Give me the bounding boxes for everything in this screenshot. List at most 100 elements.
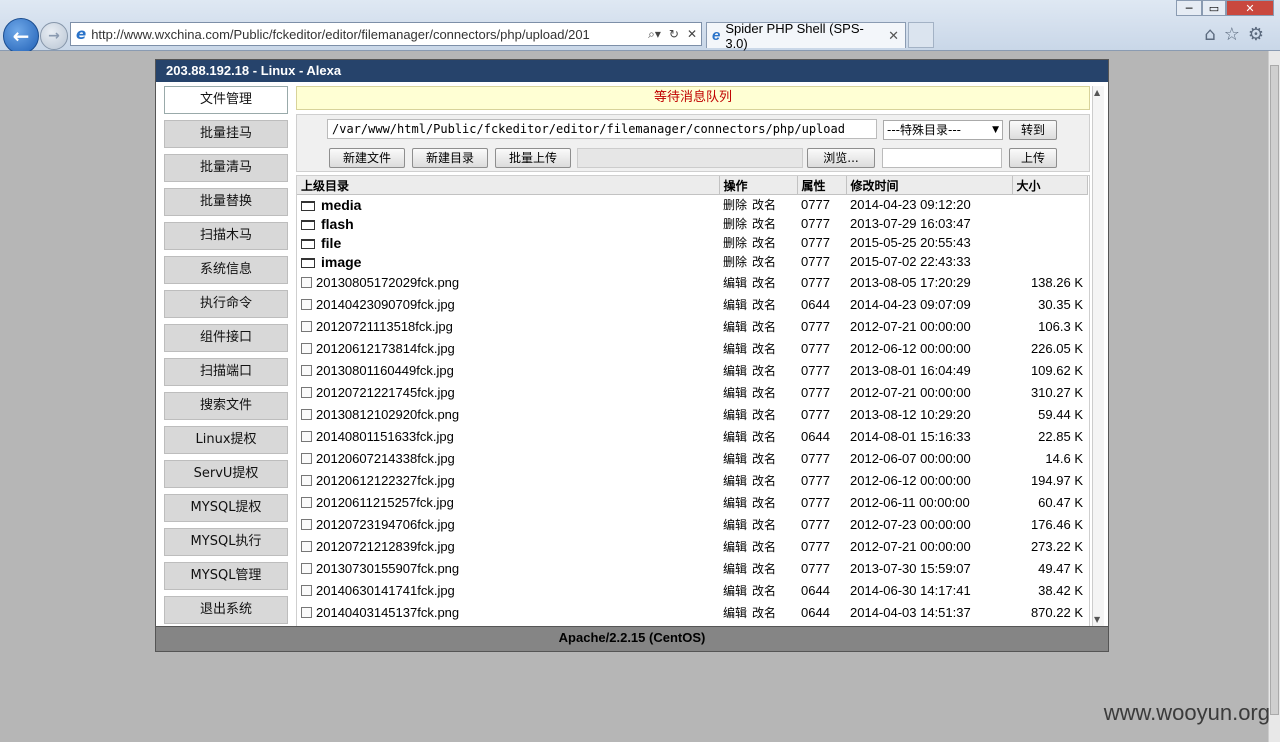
file-link[interactable]: 20130805172029fck.png xyxy=(316,275,459,290)
go-button[interactable]: 转到 xyxy=(1009,120,1057,140)
dir-name-cell[interactable]: media xyxy=(297,195,719,215)
checkbox-icon[interactable] xyxy=(301,276,312,288)
edit-link[interactable]: 编辑 xyxy=(723,342,747,356)
file-link[interactable]: 20120607214338fck.jpg xyxy=(316,451,455,466)
file-link[interactable]: 20140423090709fck.jpg xyxy=(316,297,455,312)
rename-link[interactable]: 改名 xyxy=(752,540,776,554)
file-link[interactable]: 20140403145137fck.png xyxy=(316,605,459,620)
tab-spider-shell[interactable]: e Spider PHP Shell (SPS-3.0) ✕ xyxy=(706,21,906,51)
mtime-cell[interactable]: 2013-07-30 15:59:07 xyxy=(846,557,1012,579)
checkbox-icon[interactable] xyxy=(301,518,312,530)
sidebar-item[interactable]: 系统信息 xyxy=(164,256,288,284)
dir-link[interactable]: flash xyxy=(321,216,354,232)
edit-link[interactable]: 编辑 xyxy=(723,562,747,576)
sidebar-item[interactable]: 退出系统 xyxy=(164,596,288,624)
rename-link[interactable]: 改名 xyxy=(752,255,776,269)
upload-button[interactable]: 上传 xyxy=(1009,148,1057,168)
rename-link[interactable]: 改名 xyxy=(752,276,776,290)
rename-link[interactable]: 改名 xyxy=(752,518,776,532)
address-text[interactable]: http://www.wxchina.com/Public/fckeditor/… xyxy=(91,27,644,42)
file-link[interactable]: 20130801160449fck.jpg xyxy=(316,363,454,378)
perm-cell[interactable]: 0777 xyxy=(797,491,846,513)
refresh-icon[interactable]: ↻ xyxy=(665,27,683,41)
perm-cell[interactable]: 0644 xyxy=(797,579,846,601)
checkbox-icon[interactable] xyxy=(301,430,312,442)
perm-cell[interactable]: 0777 xyxy=(797,315,846,337)
edit-link[interactable]: 编辑 xyxy=(723,408,747,422)
mtime-cell[interactable]: 2014-08-01 15:16:33 xyxy=(846,425,1012,447)
rename-link[interactable]: 改名 xyxy=(752,386,776,400)
dir-name-cell[interactable]: flash xyxy=(297,214,719,233)
delete-link[interactable]: 删除 xyxy=(723,217,747,231)
tab-close-icon[interactable]: ✕ xyxy=(882,28,905,44)
delete-link[interactable]: 删除 xyxy=(723,198,747,212)
perm-cell[interactable]: 0777 xyxy=(797,513,846,535)
delete-link[interactable]: 删除 xyxy=(723,255,747,269)
minimize-button[interactable]: ─ xyxy=(1176,0,1202,16)
scroll-down-icon[interactable]: ▼ xyxy=(1094,615,1100,624)
perm-cell[interactable]: 0777 xyxy=(797,252,846,271)
file-link[interactable]: 20120612122327fck.jpg xyxy=(316,473,455,488)
file-link[interactable]: 20130812102920fck.png xyxy=(316,407,459,422)
delete-link[interactable]: 删除 xyxy=(723,236,747,250)
gear-icon[interactable]: ⚙ xyxy=(1248,24,1272,45)
sidebar-item[interactable]: 批量挂马 xyxy=(164,120,288,148)
edit-link[interactable]: 编辑 xyxy=(723,540,747,554)
sidebar-item[interactable]: MYSQL提权 xyxy=(164,494,288,522)
star-icon[interactable]: ☆ xyxy=(1224,24,1248,45)
mtime-cell[interactable]: 2014-06-30 14:17:41 xyxy=(846,579,1012,601)
edit-link[interactable]: 编辑 xyxy=(723,474,747,488)
file-link[interactable]: 20140801151633fck.jpg xyxy=(316,429,454,444)
checkbox-icon[interactable] xyxy=(301,408,312,420)
mtime-cell[interactable]: 2014-04-23 09:12:20 xyxy=(846,195,1012,215)
perm-cell[interactable]: 0644 xyxy=(797,293,846,315)
mtime-cell[interactable]: 2012-06-11 00:00:00 xyxy=(846,491,1012,513)
dir-name-cell[interactable]: image xyxy=(297,252,719,271)
edit-link[interactable]: 编辑 xyxy=(723,584,747,598)
sidebar-item[interactable]: 批量替换 xyxy=(164,188,288,216)
window-close-button[interactable]: ✕ xyxy=(1226,0,1274,16)
checkbox-icon[interactable] xyxy=(301,452,312,464)
file-link[interactable]: 20120612173814fck.jpg xyxy=(316,341,455,356)
page-scrollbar[interactable] xyxy=(1268,51,1280,742)
edit-link[interactable]: 编辑 xyxy=(723,606,747,620)
file-link[interactable]: 20120611215257fck.jpg xyxy=(316,495,454,510)
mtime-cell[interactable]: 2012-06-12 00:00:00 xyxy=(846,337,1012,359)
edit-link[interactable]: 编辑 xyxy=(723,386,747,400)
checkbox-icon[interactable] xyxy=(301,474,312,486)
perm-cell[interactable]: 0777 xyxy=(797,535,846,557)
mtime-cell[interactable]: 2012-06-12 00:00:00 xyxy=(846,469,1012,491)
file-link[interactable]: 20120721221745fck.jpg xyxy=(316,385,455,400)
edit-link[interactable]: 编辑 xyxy=(723,496,747,510)
home-icon[interactable]: ⌂ xyxy=(1204,24,1223,45)
forward-arrow-icon[interactable]: → xyxy=(40,22,68,50)
checkbox-icon[interactable] xyxy=(301,606,312,618)
dir-link[interactable]: file xyxy=(321,235,341,251)
checkbox-icon[interactable] xyxy=(301,342,312,354)
perm-cell[interactable]: 0644 xyxy=(797,425,846,447)
maximize-button[interactable]: ▭ xyxy=(1202,0,1226,16)
file-link[interactable]: 20120723194706fck.jpg xyxy=(316,517,455,532)
upload-name-input[interactable] xyxy=(882,148,1002,168)
perm-cell[interactable]: 0777 xyxy=(797,359,846,381)
rename-link[interactable]: 改名 xyxy=(752,217,776,231)
listing-scrollbar[interactable]: ▲ ▼ xyxy=(1092,86,1104,626)
rename-link[interactable]: 改名 xyxy=(752,430,776,444)
edit-link[interactable]: 编辑 xyxy=(723,320,747,334)
rename-link[interactable]: 改名 xyxy=(752,606,776,620)
mtime-cell[interactable]: 2012-07-21 00:00:00 xyxy=(846,315,1012,337)
perm-cell[interactable]: 0777 xyxy=(797,233,846,252)
perm-cell[interactable]: 0777 xyxy=(797,337,846,359)
mtime-cell[interactable]: 2013-08-05 17:20:29 xyxy=(846,271,1012,293)
dir-name-cell[interactable]: file xyxy=(297,233,719,252)
perm-cell[interactable]: 0777 xyxy=(797,381,846,403)
rename-link[interactable]: 改名 xyxy=(752,408,776,422)
file-link[interactable]: 20140630141741fck.jpg xyxy=(316,583,455,598)
mtime-cell[interactable]: 2015-05-25 20:55:43 xyxy=(846,233,1012,252)
perm-cell[interactable]: 0777 xyxy=(797,403,846,425)
back-arrow-icon[interactable]: ← xyxy=(3,18,39,54)
rename-link[interactable]: 改名 xyxy=(752,320,776,334)
edit-link[interactable]: 编辑 xyxy=(723,298,747,312)
page-scroll-thumb[interactable] xyxy=(1270,65,1279,715)
checkbox-icon[interactable] xyxy=(301,320,312,332)
